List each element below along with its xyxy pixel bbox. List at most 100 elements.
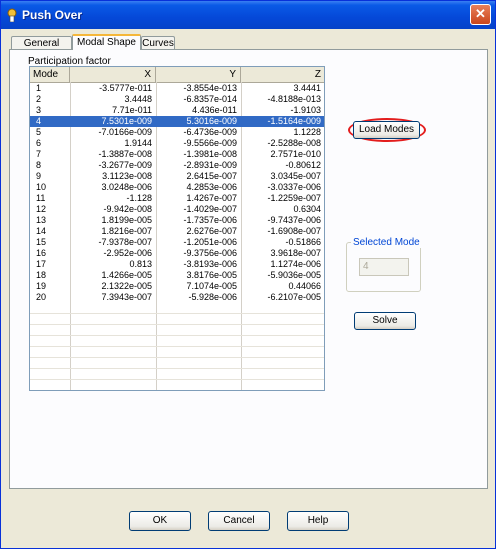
table-cell: 2.7571e-010: [270, 149, 321, 159]
table-cell: -1.6908e-007: [267, 226, 321, 236]
empty-row-line: [30, 390, 324, 391]
header-x[interactable]: X: [70, 67, 156, 82]
table-row[interactable]: 2 3.4448 -6.8357e-014 -4.8188e-013: [30, 94, 324, 105]
table-cell: 19: [36, 281, 47, 291]
app-icon: [7, 8, 17, 22]
table-cell: -2.952e-006: [103, 248, 152, 258]
empty-row-line: [30, 357, 324, 358]
table-cell: -3.8554e-013: [183, 83, 237, 93]
table-row[interactable]: 12 -9.942e-008 -1.4029e-007 0.6304: [30, 204, 324, 215]
table-row[interactable]: 6 1.9144 -9.5566e-009 -2.5288e-008: [30, 138, 324, 149]
table-cell: -1.7357e-006: [183, 215, 237, 225]
table-cell: -6.2107e-005: [267, 292, 321, 302]
header-z[interactable]: Z: [241, 67, 324, 82]
table-cell: -3.8193e-006: [183, 259, 237, 269]
tab-general-data[interactable]: General Data: [11, 36, 72, 62]
cancel-button[interactable]: Cancel: [208, 511, 270, 531]
table-cell: 0.44066: [288, 281, 321, 291]
table-cell: -1.4029e-007: [183, 204, 237, 214]
table-row[interactable]: 7 -1.3887e-008 -1.3981e-008 2.7571e-010: [30, 149, 324, 160]
table-row[interactable]: 14 1.8216e-007 2.6276e-007 -1.6908e-007: [30, 226, 324, 237]
table-row[interactable]: 20 7.3943e-007 -5.928e-006 -6.2107e-005: [30, 292, 324, 303]
table-cell: 1.8216e-007: [101, 226, 152, 236]
table-cell: 12: [36, 204, 47, 214]
table-cell: 9: [36, 171, 42, 181]
table-header: Mode X Y Z: [30, 67, 324, 83]
table-cell: 3.0345e-007: [270, 171, 321, 181]
table-cell: 5.3016e-009: [186, 116, 237, 126]
ok-button[interactable]: OK: [129, 511, 191, 531]
table-cell: 2: [36, 94, 42, 104]
table-cell: -2.5288e-008: [267, 138, 321, 148]
header-mode[interactable]: Mode: [30, 67, 70, 82]
table-cell: 4.436e-011: [192, 105, 237, 115]
table-row[interactable]: 5 -7.0166e-009 -6.4736e-009 1.1228: [30, 127, 324, 138]
table-cell: -1.2259e-007: [267, 193, 321, 203]
push-over-window: Push Over ✕ General Data Modal Shape Cur…: [0, 0, 496, 549]
table-row[interactable]: 16 -2.952e-006 -9.3756e-006 3.9618e-007: [30, 248, 324, 259]
table-cell: 15: [36, 237, 47, 247]
solve-button[interactable]: Solve: [354, 312, 416, 330]
table-cell: 3.8176e-005: [186, 270, 237, 280]
table-cell: -7.9378e-007: [98, 237, 152, 247]
table-row[interactable]: 11 -1.128 1.4267e-007 -1.2259e-007: [30, 193, 324, 204]
table-cell: -1.3981e-008: [183, 149, 237, 159]
table-cell: -6.4736e-009: [183, 127, 237, 137]
table-cell: 3: [36, 105, 42, 115]
table-cell: 14: [36, 226, 47, 236]
table-cell: -3.2677e-009: [98, 160, 152, 170]
table-cell: 7.71e-011: [112, 105, 152, 115]
table-row[interactable]: 19 2.1322e-005 7.1074e-005 0.44066: [30, 281, 324, 292]
table-row[interactable]: 18 1.4266e-005 3.8176e-005 -5.9036e-005: [30, 270, 324, 281]
table-cell: 2.6415e-007: [186, 171, 237, 181]
table-cell: 4: [36, 116, 42, 126]
participation-factor-table[interactable]: Mode X Y Z 1 -3.5777e-011 -3.8554e-013 3.44…: [29, 66, 325, 391]
table-cell: 1.4267e-007: [186, 193, 237, 203]
tab-curves[interactable]: Curves: [141, 36, 175, 50]
table-cell: -9.942e-008: [103, 204, 152, 214]
empty-row-line: [30, 379, 324, 380]
table-cell: 1.8199e-005: [101, 215, 152, 225]
title-bar[interactable]: Push Over ✕: [1, 1, 495, 29]
empty-row-line: [30, 346, 324, 347]
table-row[interactable]: 3 7.71e-011 4.436e-011 -1.9103: [30, 105, 324, 116]
table-cell: 3.4441: [293, 83, 321, 93]
table-cell: -9.3756e-006: [183, 248, 237, 258]
table-cell: 7.3943e-007: [101, 292, 152, 302]
table-cell: -5.928e-006: [188, 292, 237, 302]
load-modes-button[interactable]: Load Modes: [353, 121, 420, 139]
empty-row-line: [30, 324, 324, 325]
table-cell: 2.6276e-007: [186, 226, 237, 236]
table-cell: -1.9103: [290, 105, 321, 115]
window-title: Push Over: [22, 8, 83, 22]
close-icon[interactable]: ✕: [470, 4, 491, 25]
table-cell: 0.813: [129, 259, 152, 269]
table-row[interactable]: 13 1.8199e-005 -1.7357e-006 -9.7437e-006: [30, 215, 324, 226]
table-cell: 16: [36, 248, 47, 258]
tab-modal-shape[interactable]: Modal Shape: [72, 34, 141, 50]
help-button[interactable]: Help: [287, 511, 349, 531]
table-row[interactable]: 17 0.813 -3.8193e-006 1.1274e-006: [30, 259, 324, 270]
table-cell: -6.8357e-014: [183, 94, 237, 104]
table-row[interactable]: 4 7.5301e-009 5.3016e-009 -1.5164e-009: [30, 116, 324, 127]
table-cell: 6: [36, 138, 42, 148]
table-cell: 18: [36, 270, 47, 280]
table-row[interactable]: 9 3.1123e-008 2.6415e-007 3.0345e-007: [30, 171, 324, 182]
table-cell: 13: [36, 215, 47, 225]
table-row[interactable]: 10 3.0248e-006 4.2853e-006 -3.0337e-006: [30, 182, 324, 193]
table-cell: 17: [36, 259, 47, 269]
table-cell: -1.128: [126, 193, 152, 203]
header-y[interactable]: Y: [156, 67, 241, 82]
table-cell: 3.0248e-006: [101, 182, 152, 192]
table-row[interactable]: 8 -3.2677e-009 -2.8931e-009 -0.80612: [30, 160, 324, 171]
table-cell: -1.3887e-008: [98, 149, 152, 159]
table-row[interactable]: 1 -3.5777e-011 -3.8554e-013 3.4441: [30, 83, 324, 94]
table-row[interactable]: 15 -7.9378e-007 -1.2051e-006 -0.51866: [30, 237, 324, 248]
table-cell: 3.4448: [124, 94, 152, 104]
table-cell: 3.9618e-007: [270, 248, 321, 258]
table-cell: 7.1074e-005: [186, 281, 237, 291]
table-cell: 4.2853e-006: [186, 182, 237, 192]
table-cell: 11: [36, 193, 46, 203]
table-cell: 20: [36, 292, 47, 302]
table-cell: -9.7437e-006: [267, 215, 321, 225]
